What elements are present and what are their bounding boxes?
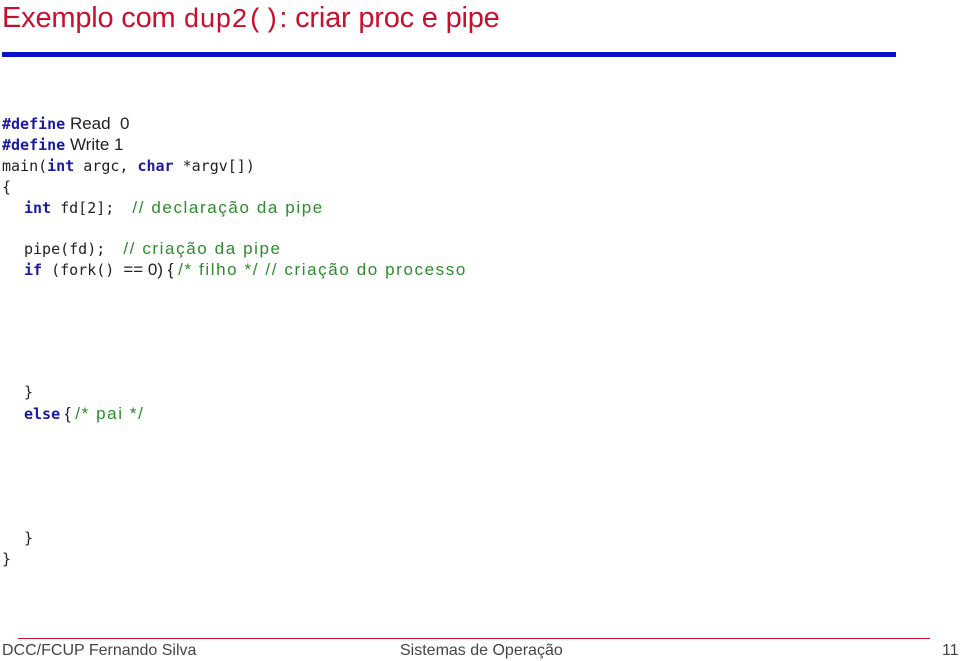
code-line-2: #define Write 1 [2, 135, 124, 154]
title-code: dup2() [183, 6, 280, 36]
code-line-1: #define Read 0 [2, 114, 130, 133]
code-line-9: else { /* pai */ [24, 404, 145, 423]
code-line-6: pipe(fd); // criação da pipe [24, 239, 282, 258]
footer-author: DCC/FCUP Fernando Silva [2, 642, 197, 659]
slide-title: Exemplo com dup2(): criar proc e pipe [2, 2, 500, 36]
title-prefix: Exemplo com [2, 2, 184, 34]
footer-rule [18, 638, 930, 639]
code-line-5: int fd[2]; // declaração da pipe [24, 198, 324, 217]
code-line-7: if (fork() == 0) { /* filho */ // criaçã… [24, 260, 467, 279]
code-line-3: main(int argc, char *argv[]) [2, 157, 255, 175]
code-line-4: { [2, 178, 12, 196]
code-line-10: } [24, 529, 34, 547]
code-line-11: } [2, 550, 12, 568]
title-rule [2, 52, 896, 57]
page-number: 11 [942, 642, 959, 659]
footer-course: Sistemas de Operação [400, 642, 563, 659]
title-suffix: : criar proc e pipe [279, 2, 500, 34]
code-line-8: } [24, 383, 34, 401]
